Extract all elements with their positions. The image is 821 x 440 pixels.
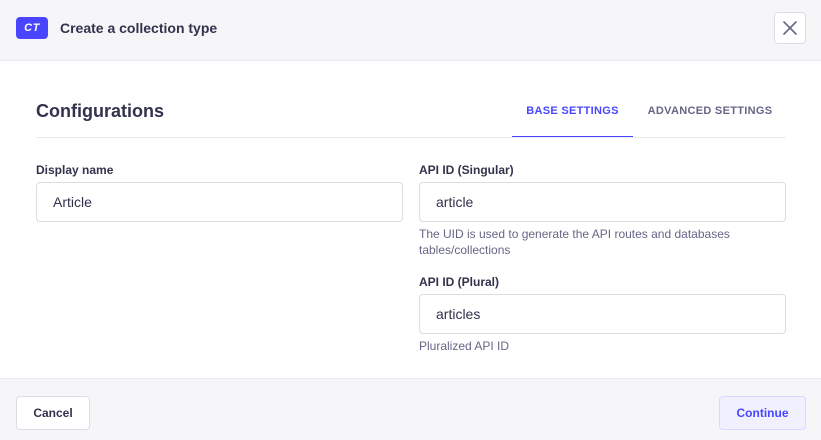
api-id-plural-input[interactable]: articles (419, 294, 786, 334)
continue-button[interactable]: Continue (719, 396, 806, 430)
api-id-singular-hint: The UID is used to generate the API rout… (419, 227, 730, 257)
display-name-input[interactable]: Article (36, 182, 403, 222)
api-id-plural-hint: Pluralized API ID (419, 339, 510, 353)
close-button[interactable] (774, 12, 806, 44)
modal-footer: Cancel Continue (0, 378, 821, 440)
cancel-button[interactable]: Cancel (16, 396, 90, 430)
api-id-singular-input[interactable]: article (419, 182, 786, 222)
modal-header: CT Create a collection type (0, 0, 821, 61)
tabs-divider (36, 137, 786, 138)
modal-title: Create a collection type (60, 20, 218, 36)
tab-base-settings[interactable]: BASE SETTINGS (512, 96, 633, 138)
api-id-singular-label: API ID (Singular) (419, 163, 514, 177)
close-icon (783, 21, 797, 35)
display-name-label: Display name (36, 163, 114, 177)
api-id-plural-label: API ID (Plural) (419, 275, 500, 289)
tab-advanced-settings[interactable]: ADVANCED SETTINGS (636, 96, 784, 138)
section-title: Configurations (36, 101, 164, 121)
collection-type-badge: CT (16, 17, 48, 39)
